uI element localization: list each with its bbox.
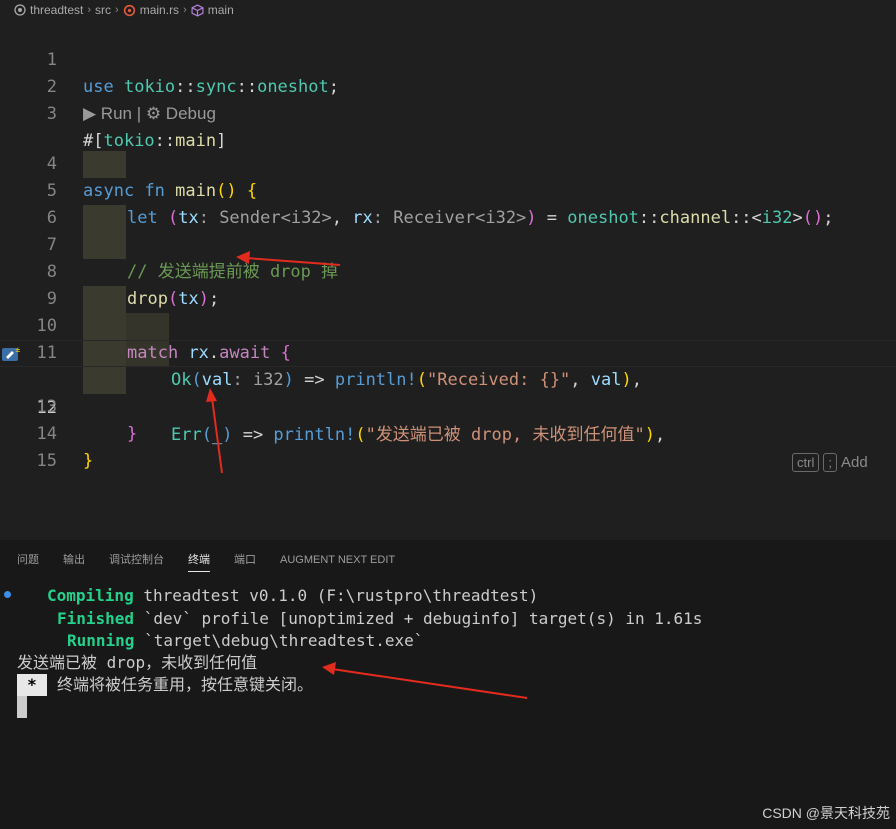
kbd-ctrl: ctrl [792,453,820,472]
code-line[interactable]: 11 Ok(val: i32) => println!("Received: {… [0,313,896,390]
folder-target-icon [14,4,26,16]
breadcrumb: threadtest › src › main.rs › main [0,0,896,20]
command-status-icon [4,591,11,598]
bottom-panel: 问题 输出 调试控制台 终端 端口 AUGMENT NEXT EDIT Comp… [0,540,896,829]
cube-symbol-icon [191,3,204,17]
tab-debug-console[interactable]: 调试控制台 [109,540,164,580]
breadcrumb-item-file[interactable]: main.rs [140,3,179,17]
code-line[interactable]: 4 async fn main() { [0,124,896,201]
code-editor[interactable]: 1 use tokio::sync::oneshot; 2 3 #[tokio:… [0,20,896,540]
terminal-text: threadtest v0.1.0 (F:\rustpro\threadtest… [133,586,539,605]
terminal-line: * 终端将被任务重用，按任意键关闭。 [17,674,313,696]
codelens-run-debug[interactable]: ▶ Run | ⚙ Debug [83,100,216,127]
inline-chat-hint[interactable]: ctrl; Add [792,449,868,476]
terminal-text: `dev` profile [unoptimized + debuginfo] … [134,609,703,628]
rust-file-icon [123,4,135,16]
breadcrumb-item-symbol[interactable]: main [208,3,234,17]
code-token: } [83,451,94,471]
terminal-line: Running `target\debug\threadtest.exe` [67,630,423,652]
tab-augment-next-edit[interactable]: AUGMENT NEXT EDIT [280,540,395,580]
breadcrumb-item-project[interactable]: threadtest [30,3,83,17]
terminal-line: Finished `dev` profile [unoptimized + de… [57,608,702,630]
edit-suggestion-icon[interactable]: ± [2,345,20,363]
code-line[interactable]: 1 use tokio::sync::oneshot; [0,20,896,97]
line-number: 15 [36,451,57,471]
code-line[interactable]: 3 #[tokio::main] [0,74,896,151]
code-line-active[interactable]: ± 12 Err(_) => println!("发送端已被 drop, 未收到… [0,340,896,472]
svg-text:±: ± [15,346,20,354]
code-line[interactable]: 7 // 发送端提前被 drop 掉 [0,205,896,282]
terminal-text: `target\debug\threadtest.exe` [134,631,424,650]
kbd-semicolon: ; [823,453,837,472]
watermark: CSDN @景天科技苑 [762,805,890,821]
code-line[interactable]: 8 drop(tx); [0,232,896,309]
code-line[interactable]: 5 let (tx: Sender<i32>, rx: Receiver<i32… [0,151,896,228]
inline-chat-hint-label: Add [840,454,868,471]
code-line[interactable]: 13 } [0,367,896,444]
panel-tabs: 问题 输出 调试控制台 终端 端口 AUGMENT NEXT EDIT [0,540,896,580]
code-line[interactable]: 2 [0,47,896,97]
tab-terminal[interactable]: 终端 [188,540,210,580]
cargo-status-finished: Finished [57,609,135,628]
tab-output[interactable]: 输出 [63,540,85,580]
code-line[interactable]: 10 match rx.await { [0,286,896,363]
chevron-right-icon: › [87,4,92,16]
terminal-output[interactable]: Compiling threadtest v0.1.0 (F:\rustpro\… [0,580,896,829]
reuse-star: * [17,674,47,696]
tab-problems[interactable]: 问题 [17,540,39,580]
code-line[interactable]: 6 [0,178,896,228]
chevron-right-icon: › [183,4,187,16]
chevron-right-icon: › [115,4,119,16]
cargo-status-compiling: Compiling [47,586,134,605]
cargo-status-running: Running [67,631,135,650]
code-line[interactable]: 9 [0,259,896,309]
breadcrumb-item-src[interactable]: src [95,3,111,17]
terminal-line: Compiling threadtest v0.1.0 (F:\rustpro\… [47,585,538,607]
terminal-reuse-message: 终端将被任务重用，按任意键关闭。 [57,675,314,694]
program-output: 发送端已被 drop，未收到任何值 [17,653,258,672]
code-line[interactable]: 15 [0,421,896,471]
code-line[interactable]: 14 } [0,394,896,471]
tab-ports[interactable]: 端口 [234,540,256,580]
